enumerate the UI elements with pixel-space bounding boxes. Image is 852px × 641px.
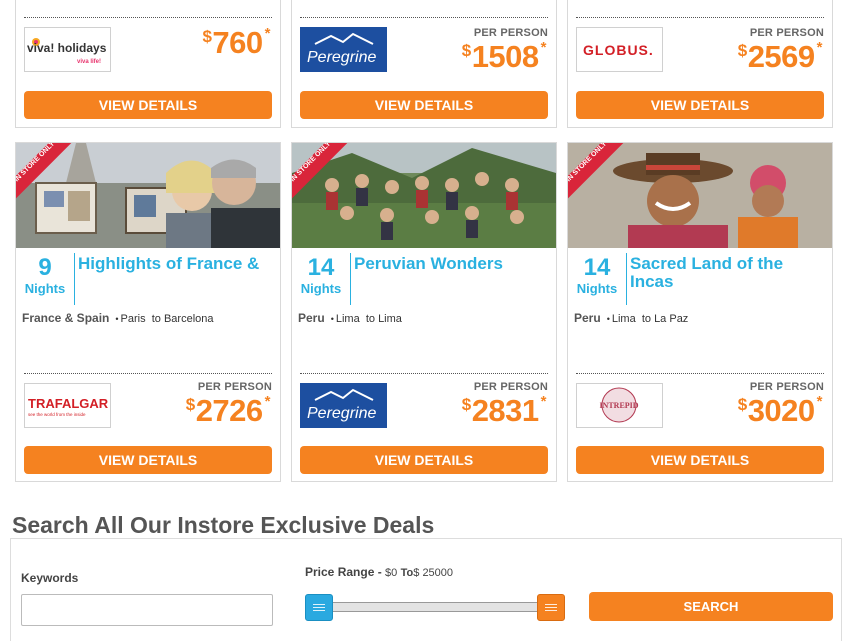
view-details-button[interactable]: VIEW DETAILS — [24, 91, 272, 119]
divider — [300, 373, 548, 374]
slider-max-handle[interactable] — [537, 594, 565, 621]
per-person-label: PER PERSON — [749, 27, 824, 39]
price: $3020 * — [737, 393, 823, 428]
tour-route: Peru • Lima to La Paz — [574, 311, 689, 325]
tour-card: viva! holidays viva life! $760 * VIEW DET… — [15, 0, 281, 128]
svg-text:viva life!: viva life! — [77, 59, 101, 65]
svg-text:Peregrine: Peregrine — [307, 405, 376, 422]
divider — [576, 373, 824, 374]
tour-title[interactable]: Highlights of France & — [78, 255, 278, 273]
nights-count: 9 Nights — [24, 254, 66, 297]
price-range-label: Price Range - $0 To$ 25000 — [305, 565, 454, 579]
search-button[interactable]: SEARCH — [589, 592, 833, 621]
trafalgar-logo: TRAFALGAR see the world from the inside — [24, 383, 111, 428]
tour-card: IN STORE ONLY 14 Nights Sacred Land of th… — [567, 142, 833, 482]
section-heading: Search All Our Instore Exclusive Deals — [12, 512, 435, 538]
view-details-button[interactable]: VIEW DETAILS — [576, 446, 824, 474]
keywords-input[interactable] — [21, 594, 273, 626]
divider — [350, 253, 351, 305]
divider — [24, 373, 272, 374]
nights-count: 14 Nights — [576, 254, 618, 297]
price: $2569 * — [737, 39, 823, 74]
svg-text:INTREPID: INTREPID — [599, 401, 638, 410]
tour-card: IN STORE ONLY 14 Nights Peruvian Wonders … — [291, 142, 557, 482]
price: $760 * — [202, 25, 270, 60]
svg-text:viva! holidays: viva! holidays — [27, 41, 107, 55]
tour-photo[interactable]: IN STORE ONLY — [568, 143, 832, 248]
per-person-label: PER PERSON — [197, 381, 272, 393]
svg-text:see the world from the inside: see the world from the inside — [28, 412, 86, 417]
svg-text:Peregrine: Peregrine — [307, 49, 376, 66]
divider — [300, 17, 548, 18]
price-range-slider[interactable] — [315, 602, 551, 612]
divider — [576, 17, 824, 18]
svg-text:TRAFALGAR: TRAFALGAR — [28, 396, 109, 411]
per-person-label: PER PERSON — [749, 381, 824, 393]
vivaholidays-logo: viva! holidays viva life! — [24, 27, 111, 72]
view-details-button[interactable]: VIEW DETAILS — [24, 446, 272, 474]
tour-photo[interactable]: IN STORE ONLY — [292, 143, 556, 248]
keywords-label: Keywords — [21, 571, 79, 585]
tour-route: France & Spain • Paris to Barcelona — [22, 311, 214, 325]
nights-count: 14 Nights — [300, 254, 342, 297]
tour-photo[interactable]: IN STORE ONLY — [16, 143, 280, 248]
per-person-label: PER PERSON — [473, 27, 548, 39]
tour-card: IN STORE ONLY 9 Nights Highlights of Fran… — [15, 142, 281, 482]
slider-min-handle[interactable] — [305, 594, 333, 621]
tour-card: GLOBUS. PER PERSON $2569 * VIEW DETAILS — [567, 0, 833, 128]
divider — [626, 253, 627, 305]
view-details-button[interactable]: VIEW DETAILS — [300, 91, 548, 119]
svg-text:GLOBUS.: GLOBUS. — [583, 42, 654, 58]
search-panel: Keywords Price Range - $0 To$ 25000 SEAR… — [10, 538, 842, 641]
peregrine-logo: Peregrine — [300, 27, 387, 72]
intrepid-logo: INTREPID — [576, 383, 663, 428]
per-person-label: PER PERSON — [473, 381, 548, 393]
price: $1508 * — [461, 39, 547, 74]
peregrine-logo: Peregrine — [300, 383, 387, 428]
globus-logo: GLOBUS. — [576, 27, 663, 72]
divider — [24, 17, 272, 18]
price: $2726 * — [185, 393, 271, 428]
price: $2831 * — [461, 393, 547, 428]
view-details-button[interactable]: VIEW DETAILS — [576, 91, 824, 119]
tour-card: Peregrine PER PERSON $1508 * VIEW DETAILS — [291, 0, 557, 128]
tour-title[interactable]: Peruvian Wonders — [354, 255, 554, 273]
tour-title[interactable]: Sacred Land of the Incas — [630, 255, 830, 291]
view-details-button[interactable]: VIEW DETAILS — [300, 446, 548, 474]
tour-route: Peru • Lima to Lima — [298, 311, 402, 325]
divider — [74, 253, 75, 305]
